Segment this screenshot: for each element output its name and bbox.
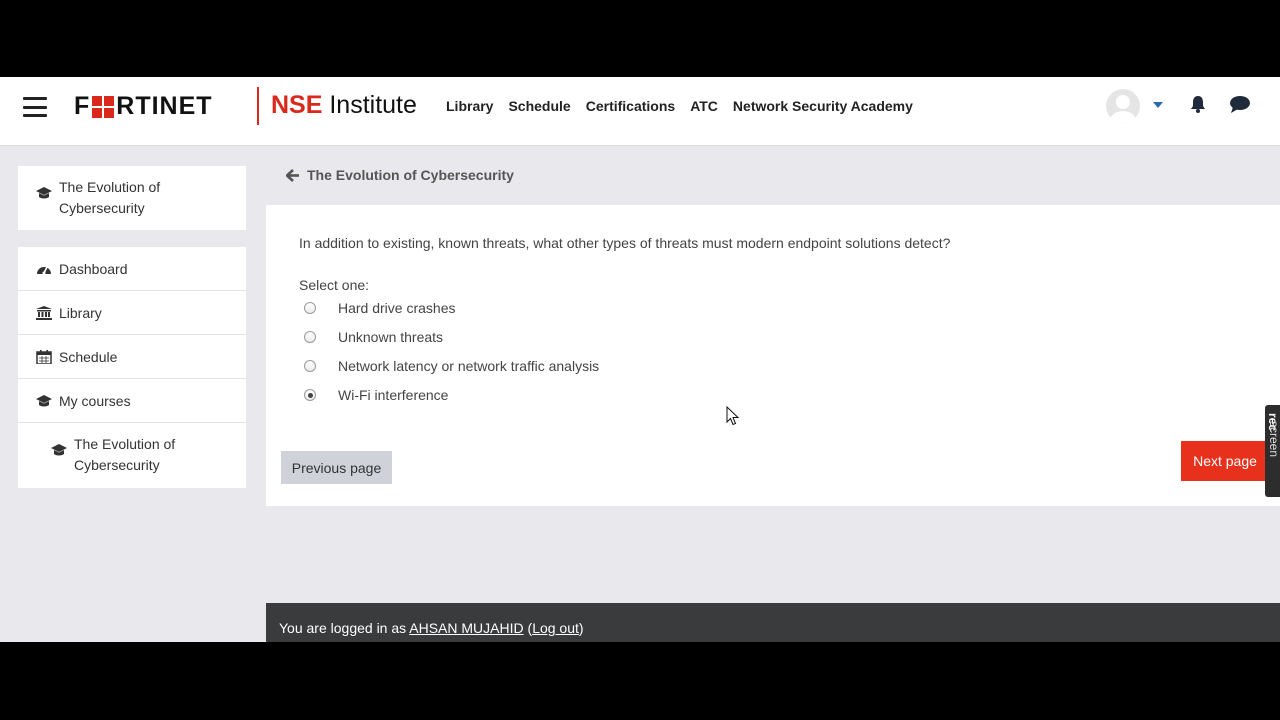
logo-letter-f: F — [74, 92, 91, 120]
page-footer: You are logged in as AHSAN MUJAHID (Log … — [266, 603, 1280, 642]
fortinet-o-glyph-icon — [92, 95, 115, 118]
radio-button[interactable] — [304, 360, 316, 372]
sidebar-item-course-evolution[interactable]: The Evolution of Cybersecurity — [18, 423, 246, 487]
chat-icon[interactable] — [1229, 95, 1251, 114]
back-arrow-icon[interactable] — [286, 169, 299, 182]
answer-option-unknown-threats[interactable]: Unknown threats — [304, 329, 443, 345]
sidebar-item-label: The Evolution of Cybersecurity — [59, 179, 161, 216]
page-title[interactable]: The Evolution of Cybersecurity — [307, 167, 514, 183]
quiz-content: In addition to existing, known threats, … — [266, 205, 1280, 506]
top-nav-links: Library Schedule Certifications ATC Netw… — [446, 98, 913, 114]
nav-link-library[interactable]: Library — [446, 98, 493, 114]
mouse-cursor-icon — [726, 406, 740, 426]
answer-option-label: Hard drive crashes — [338, 300, 456, 316]
sidebar-item-label: The Evolution of Cybersecurity — [74, 436, 176, 473]
user-profile-link[interactable]: AHSAN MUJAHID — [409, 620, 523, 636]
sidebar-nav: Dashboard Library Schedule My courses Th… — [18, 247, 246, 488]
sidebar-item-label: My courses — [59, 392, 131, 409]
graduation-cap-icon — [36, 394, 52, 406]
radio-button[interactable] — [304, 302, 316, 314]
logo-divider — [257, 87, 259, 125]
sidebar-item-label: Schedule — [59, 348, 118, 365]
browser-viewport: F RTINET NSE Institute Library Schedule … — [0, 77, 1280, 642]
paren-close: ) — [578, 620, 584, 636]
fortinet-logo[interactable]: F RTINET — [74, 92, 213, 121]
institute-label: Institute — [322, 91, 417, 119]
login-info: You are logged in as AHSAN MUJAHID (Log … — [279, 620, 584, 636]
previous-page-button[interactable]: Previous page — [281, 451, 392, 484]
answer-option-network-latency[interactable]: Network latency or network traffic analy… — [304, 358, 599, 374]
top-navbar: F RTINET NSE Institute Library Schedule … — [0, 77, 1280, 146]
graduation-cap-icon — [36, 187, 52, 199]
question-text: In addition to existing, known threats, … — [299, 235, 951, 251]
next-page-button[interactable]: Next page — [1181, 441, 1269, 481]
bell-icon[interactable] — [1188, 94, 1208, 114]
sidebar-item-library[interactable]: Library — [18, 291, 246, 335]
graduation-cap-icon — [51, 444, 67, 456]
sidebar-item-current-course[interactable]: The Evolution of Cybersecurity — [18, 166, 246, 230]
paren-open: ( — [523, 620, 533, 636]
answer-option-wifi-interference[interactable]: Wi-Fi interference — [304, 387, 448, 403]
screenrec-badge[interactable]: screen rec — [1265, 405, 1280, 497]
dashboard-icon — [37, 266, 51, 274]
answer-option-label: Network latency or network traffic analy… — [338, 358, 600, 374]
nav-link-schedule[interactable]: Schedule — [508, 98, 570, 114]
sidebar-item-dashboard[interactable]: Dashboard — [18, 247, 246, 291]
sidebar-item-label: Dashboard — [59, 260, 128, 277]
user-avatar[interactable] — [1106, 89, 1140, 123]
login-prefix: You are logged in as — [279, 620, 410, 636]
screenrec-label-a: screen — [1267, 421, 1280, 458]
answer-option-label: Unknown threats — [338, 329, 444, 345]
nav-link-certifications[interactable]: Certifications — [586, 98, 675, 114]
hamburger-menu-icon[interactable] — [23, 97, 47, 117]
answer-option-hard-drive-crashes[interactable]: Hard drive crashes — [304, 300, 456, 316]
nav-link-atc[interactable]: ATC — [690, 98, 718, 114]
sidebar-course-card: The Evolution of Cybersecurity — [18, 166, 246, 230]
answer-option-label: Wi-Fi interference — [338, 387, 449, 403]
radio-button[interactable] — [304, 331, 316, 343]
nse-institute-logo[interactable]: NSE Institute — [271, 91, 417, 120]
logout-link[interactable]: Log out — [532, 620, 579, 636]
logo-letters-rest: RTINET — [116, 92, 213, 120]
library-icon — [36, 305, 52, 320]
sidebar-item-label: Library — [59, 304, 102, 321]
nav-link-network-security-academy[interactable]: Network Security Academy — [733, 98, 913, 114]
user-menu-caret-icon[interactable] — [1153, 102, 1163, 108]
sidebar-item-schedule[interactable]: Schedule — [18, 335, 246, 379]
sidebar-item-my-courses[interactable]: My courses — [18, 379, 246, 423]
radio-button-selected[interactable] — [304, 389, 316, 401]
select-one-label: Select one: — [299, 277, 370, 293]
page-header: The Evolution of Cybersecurity — [266, 147, 1280, 205]
calendar-icon — [36, 349, 52, 364]
nse-label: NSE — [271, 91, 323, 119]
